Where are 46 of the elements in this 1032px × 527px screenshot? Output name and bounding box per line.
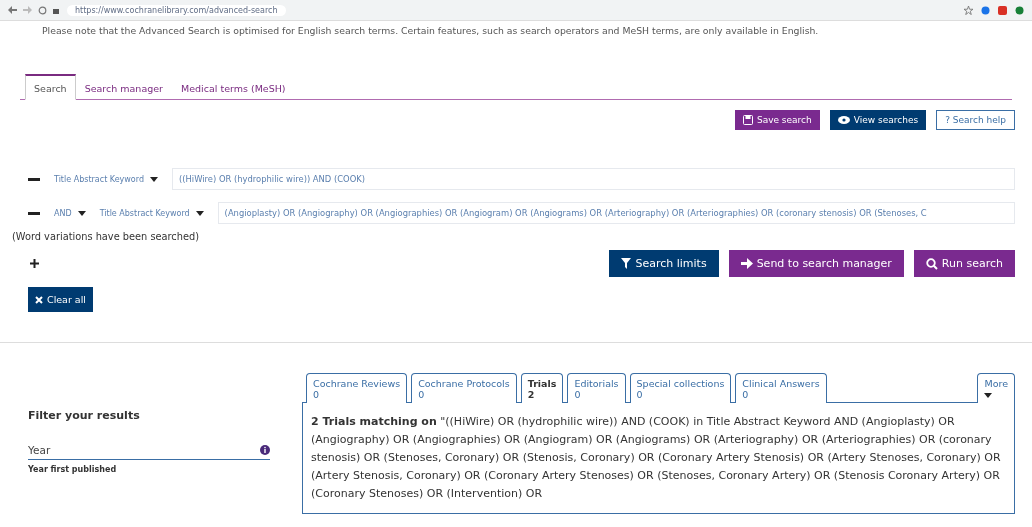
dropdown-caret-icon (77, 210, 86, 216)
star-icon[interactable] (964, 5, 973, 15)
remove-row-icon[interactable] (28, 177, 40, 181)
result-tab[interactable]: Cochrane Reviews 0 (306, 373, 408, 403)
dropdown-caret-icon (195, 210, 204, 216)
filter-heading: Filter your results (28, 409, 141, 422)
operator-dropdown[interactable]: AND (54, 208, 86, 218)
back-icon[interactable] (8, 6, 17, 14)
remove-row-icon[interactable] (28, 211, 40, 215)
word-variations-note: (Word variations have been searched) (12, 231, 201, 242)
close-icon (35, 295, 43, 304)
search-icon (925, 257, 938, 270)
result-tab[interactable]: Editorials 0 (567, 373, 626, 403)
save-button[interactable]: Save search (734, 110, 820, 130)
more-tab[interactable]: More (977, 373, 1015, 403)
year-hint: Year first published (28, 465, 118, 474)
eye-icon (837, 116, 850, 124)
add-row-icon[interactable] (30, 259, 39, 268)
field-dropdown[interactable]: Title Abstract Keyword (99, 208, 204, 218)
dropdown-caret-icon (150, 176, 158, 182)
result-tab[interactable]: Trials 2 (520, 373, 564, 403)
tab[interactable]: Search (25, 74, 76, 100)
info-icon[interactable] (260, 445, 270, 455)
result-tab[interactable]: Cochrane Protocols 0 (411, 373, 517, 403)
query-field[interactable]: (Angioplasty) OR (Angiography) OR (Angiographies) OR (Angiogram) OR (Angiograms) OR (Arteriography) OR (Arteriographies) OR (coronary stenosis) OR (Stenoses, C (217, 202, 1015, 224)
field-dropdown[interactable]: Title Abstract Keyword (54, 174, 158, 184)
tab[interactable]: Search manager (75, 74, 172, 100)
year-filter[interactable]: Year (28, 444, 270, 460)
result-tab[interactable]: Clinical Answers 0 (735, 373, 827, 403)
address-bar[interactable]: https://www.cochranelibrary.com/advanced-search (67, 4, 286, 16)
send-button[interactable]: Send to search manager (728, 250, 904, 277)
limits-button[interactable]: Search limits (609, 250, 719, 277)
arrow-right-icon (740, 258, 753, 269)
tab[interactable]: Medical terms (MeSH) (172, 74, 295, 100)
funnel-icon (621, 258, 632, 269)
lock-icon (53, 6, 59, 14)
notice-text: Please note that the Advanced Search is optimised for English search terms. Certain features, such as search operators and MeSH terms, are only available in English. (41, 24, 820, 36)
clear-all-button[interactable]: Clear all (28, 287, 93, 312)
run-button[interactable]: Run search (913, 250, 1015, 277)
result-tab[interactable]: Special collections 0 (629, 373, 732, 403)
reload-icon[interactable] (38, 5, 47, 15)
view-button[interactable]: View searches (829, 110, 927, 130)
results-summary: 2 Trials matching on "((HiWire) OR (hydrophilic wire)) AND (COOK) in Title Abstract Keyword AND (Angioplasty) OR (Angiography) OR (Angiographies) OR (Angiogram) OR (Angiograms) OR (Arteriography) OR (Arteriographies) OR (coronary stenosis) OR (Stenoses, Coronary) OR (Stenosis, Coronary) OR (Coronary Artery Stenosis) OR (Artery Stenoses, Coronary) OR (Artery Stenosis, Coronary) OR (Coronary Artery Stenoses) OR (Stenoses, Coronary Artery) OR (Stenosis Coronary Artery) OR (Coronary Stenoses) OR (Intervention) OR (302, 401, 1015, 514)
query-field[interactable]: ((HiWire) OR (hydrophilic wire)) AND (COOK) (172, 168, 1015, 190)
dropdown-caret-icon (984, 393, 993, 399)
help-button[interactable]: ? Search help (936, 110, 1015, 130)
